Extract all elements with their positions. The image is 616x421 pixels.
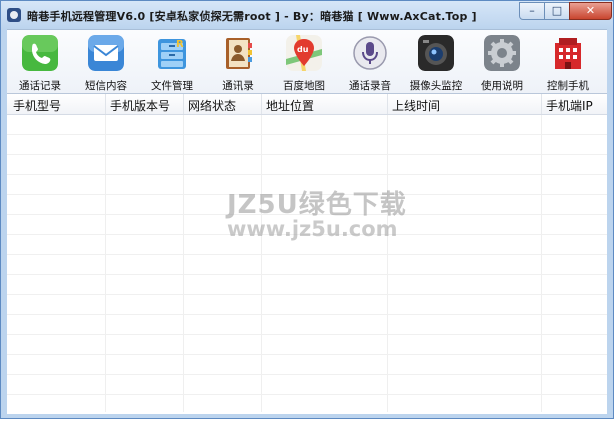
column-line xyxy=(387,115,388,412)
column-divider[interactable] xyxy=(387,94,388,114)
maximize-button[interactable]: □ xyxy=(544,2,570,20)
toolbar: 通话记录 短信内容 R 文件管理 通讯录 du 百度地图 通话录音 摄像头监控 … xyxy=(7,29,607,93)
column-line xyxy=(105,115,106,412)
grid-line xyxy=(7,294,607,295)
sms-button[interactable]: 短信内容 xyxy=(73,30,139,93)
camera-icon xyxy=(418,35,454,71)
grid-line xyxy=(7,214,607,215)
close-button[interactable]: ✕ xyxy=(569,2,612,20)
column-divider[interactable] xyxy=(105,94,106,114)
baidu-map-button[interactable]: du 百度地图 xyxy=(271,30,337,93)
microphone-icon xyxy=(352,35,388,71)
column-header-model[interactable]: 手机型号 xyxy=(13,97,61,114)
column-divider[interactable] xyxy=(261,94,262,114)
column-divider[interactable] xyxy=(183,94,184,114)
title-bar[interactable]: 暗巷手机远程管理V6.0 [安卓私家侦探无需root ] - By：暗巷猫 [ … xyxy=(1,1,613,29)
map-pin-icon: du xyxy=(286,35,322,71)
grid-line xyxy=(7,274,607,275)
phone-icon xyxy=(22,35,58,71)
app-icon xyxy=(7,8,21,22)
column-line xyxy=(261,115,262,412)
grid-line xyxy=(7,234,607,235)
grid-line xyxy=(7,154,607,155)
file-cabinet-icon: R xyxy=(154,35,190,71)
grid-line xyxy=(7,314,607,315)
gear-icon xyxy=(484,35,520,71)
svg-text:R: R xyxy=(176,39,184,50)
building-icon xyxy=(550,35,586,71)
file-manager-button[interactable]: R 文件管理 xyxy=(139,30,205,93)
contacts-button[interactable]: 通讯录 xyxy=(205,30,271,93)
table-header: 手机型号 手机版本号 网络状态 地址位置 上线时间 手机端IP xyxy=(7,94,607,115)
column-header-ip[interactable]: 手机端IP xyxy=(546,97,593,114)
column-line xyxy=(183,115,184,412)
call-recording-button[interactable]: 通话录音 xyxy=(337,30,403,93)
svg-text:du: du xyxy=(297,45,309,54)
control-phone-button[interactable]: 控制手机 xyxy=(535,30,601,93)
grid-line xyxy=(7,254,607,255)
window-title: 暗巷手机远程管理V6.0 [安卓私家侦探无需root ] - By：暗巷猫 [ … xyxy=(27,10,477,23)
grid-line xyxy=(7,394,607,395)
device-table[interactable]: 手机型号 手机版本号 网络状态 地址位置 上线时间 手机端IP xyxy=(7,93,607,414)
grid-line xyxy=(7,354,607,355)
minimize-button[interactable]: – xyxy=(519,2,545,20)
column-header-online-time[interactable]: 上线时间 xyxy=(392,97,440,114)
toolbar-label: 控制手机 xyxy=(547,80,589,92)
column-header-location[interactable]: 地址位置 xyxy=(266,97,314,114)
grid-line xyxy=(7,174,607,175)
instructions-button[interactable]: 使用说明 xyxy=(469,30,535,93)
grid-line xyxy=(7,374,607,375)
column-divider[interactable] xyxy=(541,94,542,114)
camera-monitor-button[interactable]: 摄像头监控 xyxy=(403,30,469,93)
contacts-book-icon xyxy=(220,35,256,71)
grid-line xyxy=(7,334,607,335)
envelope-icon xyxy=(88,35,124,71)
column-header-network[interactable]: 网络状态 xyxy=(188,97,236,114)
grid-line xyxy=(7,194,607,195)
app-window: 暗巷手机远程管理V6.0 [安卓私家侦探无需root ] - By：暗巷猫 [ … xyxy=(0,0,614,419)
column-header-version[interactable]: 手机版本号 xyxy=(110,97,170,114)
column-line xyxy=(541,115,542,412)
grid-line xyxy=(7,134,607,135)
call-log-button[interactable]: 通话记录 xyxy=(7,30,73,93)
